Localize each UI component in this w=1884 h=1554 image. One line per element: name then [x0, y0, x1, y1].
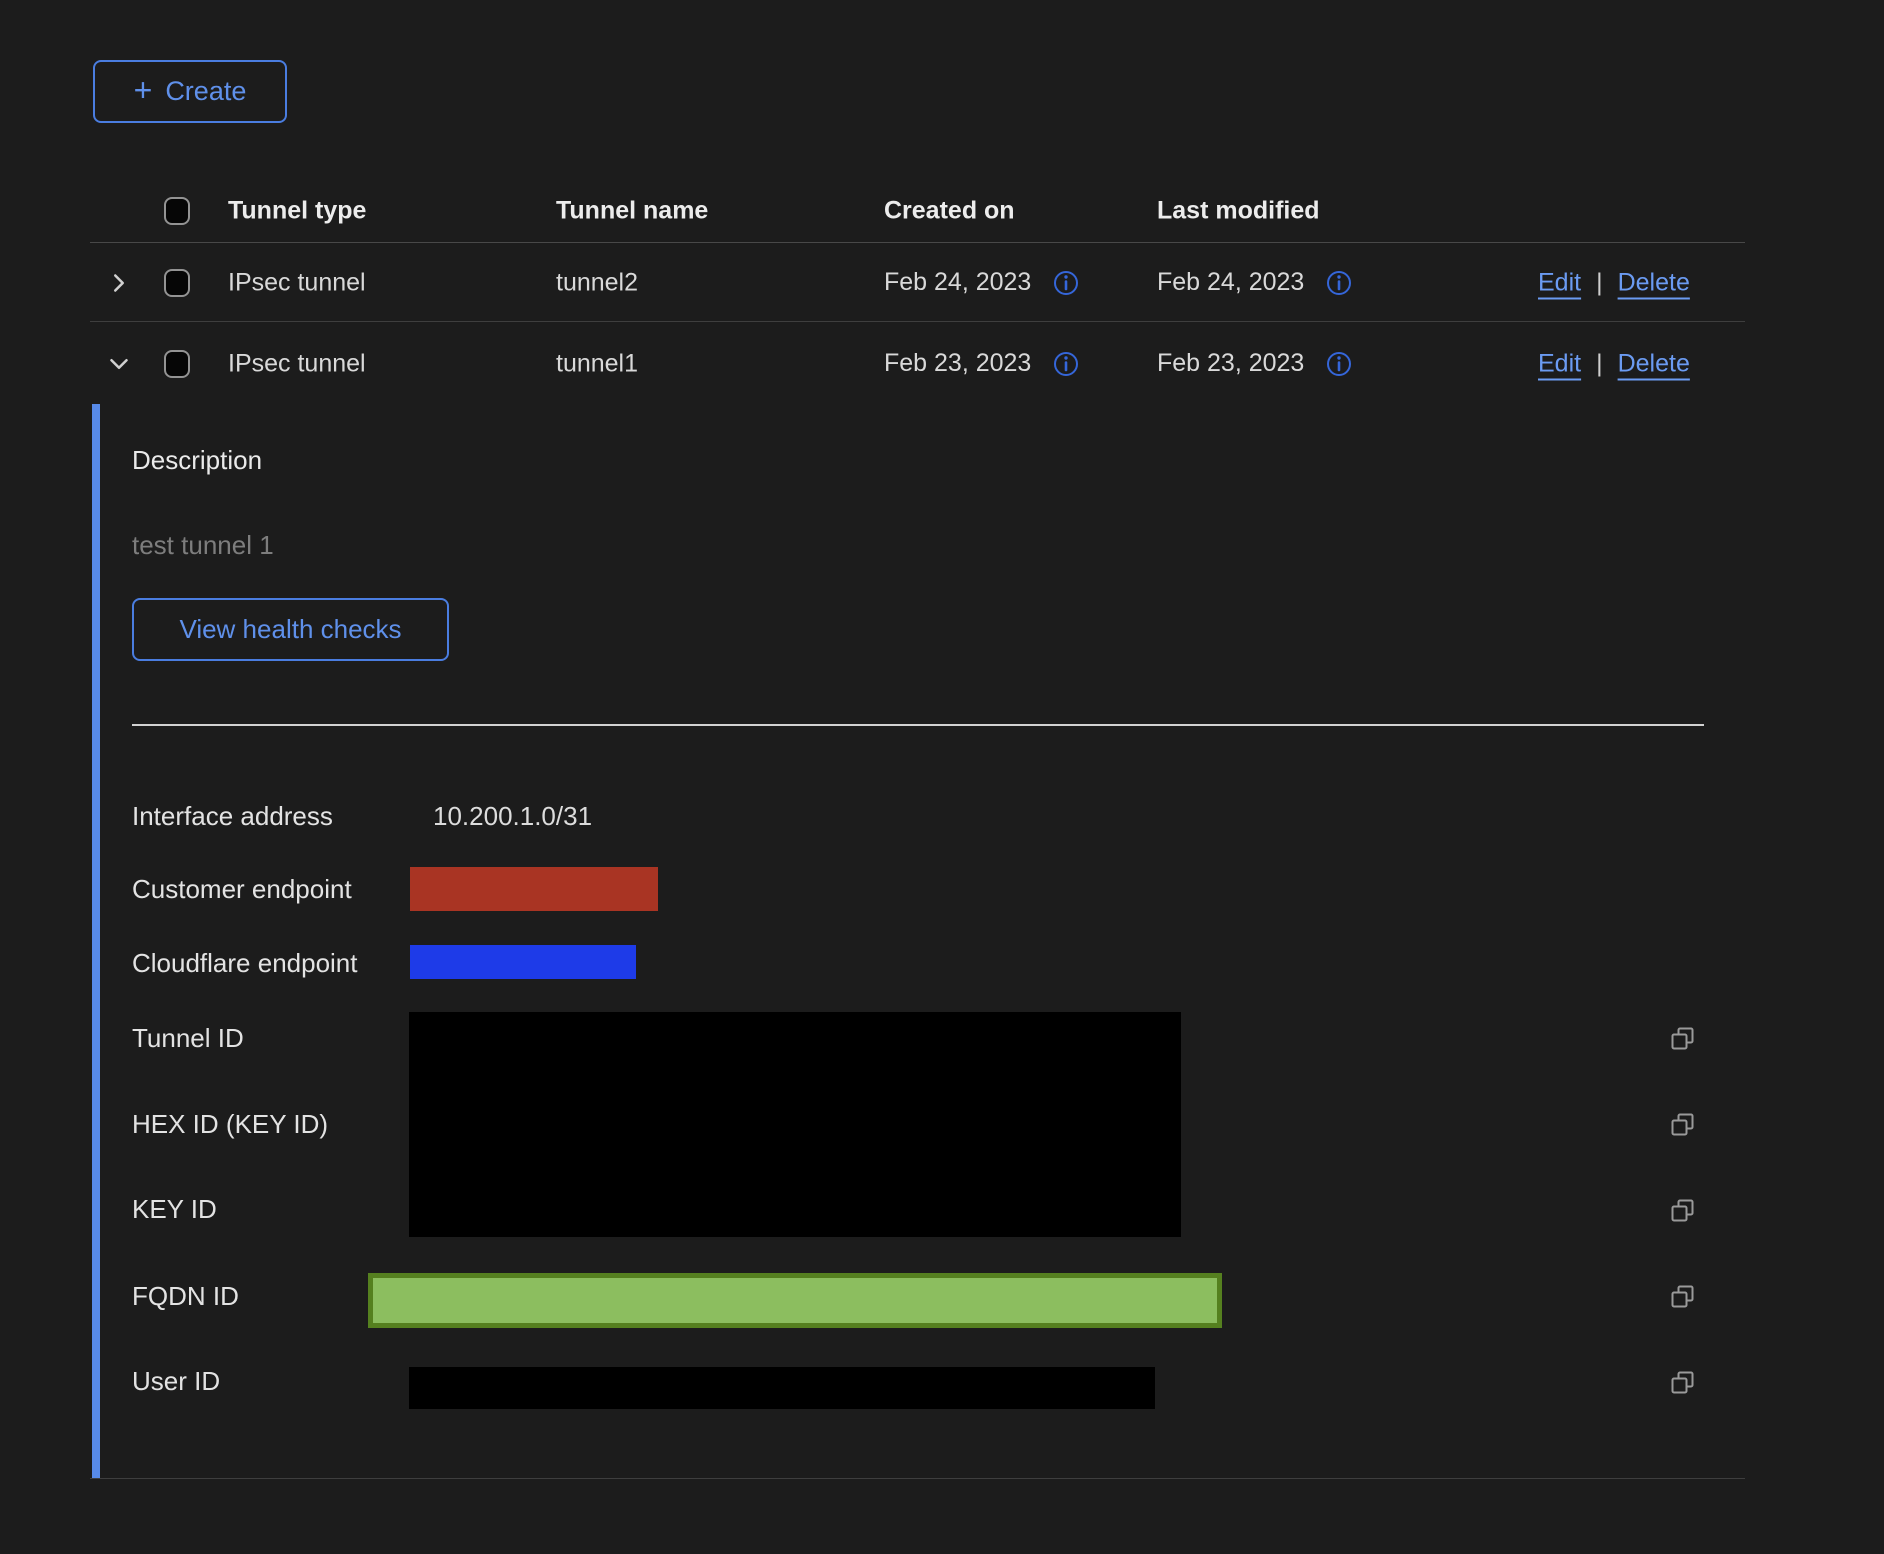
interface-address-value: 10.200.1.0/31 — [433, 801, 592, 832]
fqdn-id-redacted-value — [368, 1273, 1222, 1328]
last-modified-value: Feb 23, 2023 — [1157, 349, 1304, 378]
info-icon[interactable] — [1324, 268, 1354, 298]
cloudflare-endpoint-redacted-value — [410, 945, 636, 979]
copy-icon[interactable] — [1668, 1024, 1698, 1054]
user-id-redacted-value — [409, 1367, 1155, 1409]
action-separator: | — [1596, 268, 1603, 297]
plus-icon: + — [134, 74, 153, 106]
chevron-right-icon[interactable] — [104, 268, 134, 298]
table-row: IPsec tunnel tunnel2 Feb 24, 2023 Feb 24… — [90, 244, 1745, 322]
last-modified-cell: Feb 23, 2023 — [1157, 349, 1354, 379]
delete-link[interactable]: Delete — [1618, 268, 1690, 297]
interface-address-label: Interface address — [132, 801, 333, 832]
key-id-label: KEY ID — [132, 1194, 217, 1225]
edit-link[interactable]: Edit — [1538, 268, 1581, 297]
copy-icon[interactable] — [1668, 1368, 1698, 1398]
view-health-checks-button[interactable]: View health checks — [132, 598, 449, 661]
column-header-last-modified: Last modified — [1157, 197, 1320, 226]
user-id-label: User ID — [132, 1366, 220, 1397]
info-icon[interactable] — [1324, 349, 1354, 379]
tunnel-type-cell: IPsec tunnel — [228, 349, 366, 378]
row-actions: Edit | Delete — [1538, 268, 1690, 297]
row-checkbox[interactable] — [164, 350, 190, 378]
info-icon[interactable] — [1051, 349, 1081, 379]
created-on-value: Feb 24, 2023 — [884, 268, 1031, 297]
action-separator: | — [1596, 349, 1603, 378]
select-all-checkbox[interactable] — [164, 197, 190, 225]
last-modified-value: Feb 24, 2023 — [1157, 268, 1304, 297]
last-modified-cell: Feb 24, 2023 — [1157, 268, 1354, 298]
ids-redacted-value — [409, 1012, 1181, 1237]
column-header-created-on: Created on — [884, 197, 1015, 226]
fqdn-id-label: FQDN ID — [132, 1281, 239, 1312]
section-divider — [132, 724, 1704, 726]
copy-icon[interactable] — [1668, 1110, 1698, 1140]
customer-endpoint-label: Customer endpoint — [132, 874, 352, 905]
row-actions: Edit | Delete — [1538, 349, 1690, 378]
edit-link[interactable]: Edit — [1538, 349, 1581, 378]
tunnel-name-cell: tunnel2 — [556, 268, 638, 297]
expanded-row-accent-bar — [92, 404, 100, 1478]
info-icon[interactable] — [1051, 268, 1081, 298]
tunnel-name-cell: tunnel1 — [556, 349, 638, 378]
column-header-tunnel-type: Tunnel type — [228, 197, 366, 226]
delete-link[interactable]: Delete — [1618, 349, 1690, 378]
chevron-down-icon[interactable] — [104, 349, 134, 379]
tunnel-type-cell: IPsec tunnel — [228, 268, 366, 297]
created-on-value: Feb 23, 2023 — [884, 349, 1031, 378]
column-header-tunnel-name: Tunnel name — [556, 197, 708, 226]
row-checkbox[interactable] — [164, 269, 190, 297]
customer-endpoint-redacted-value — [410, 867, 658, 911]
created-on-cell: Feb 23, 2023 — [884, 349, 1081, 379]
created-on-cell: Feb 24, 2023 — [884, 268, 1081, 298]
description-text: test tunnel 1 — [132, 530, 274, 561]
create-button[interactable]: + Create — [93, 60, 287, 123]
copy-icon[interactable] — [1668, 1196, 1698, 1226]
cloudflare-endpoint-label: Cloudflare endpoint — [132, 948, 358, 979]
tunnel-id-label: Tunnel ID — [132, 1023, 244, 1054]
description-heading: Description — [132, 445, 262, 476]
hex-id-label: HEX ID (KEY ID) — [132, 1109, 328, 1140]
create-button-label: Create — [165, 76, 246, 107]
table-row: IPsec tunnel tunnel1 Feb 23, 2023 Feb 23… — [90, 323, 1745, 404]
copy-icon[interactable] — [1668, 1282, 1698, 1312]
table-header: Tunnel type Tunnel name Created on Last … — [90, 180, 1745, 243]
table-bottom-divider — [90, 1478, 1745, 1479]
